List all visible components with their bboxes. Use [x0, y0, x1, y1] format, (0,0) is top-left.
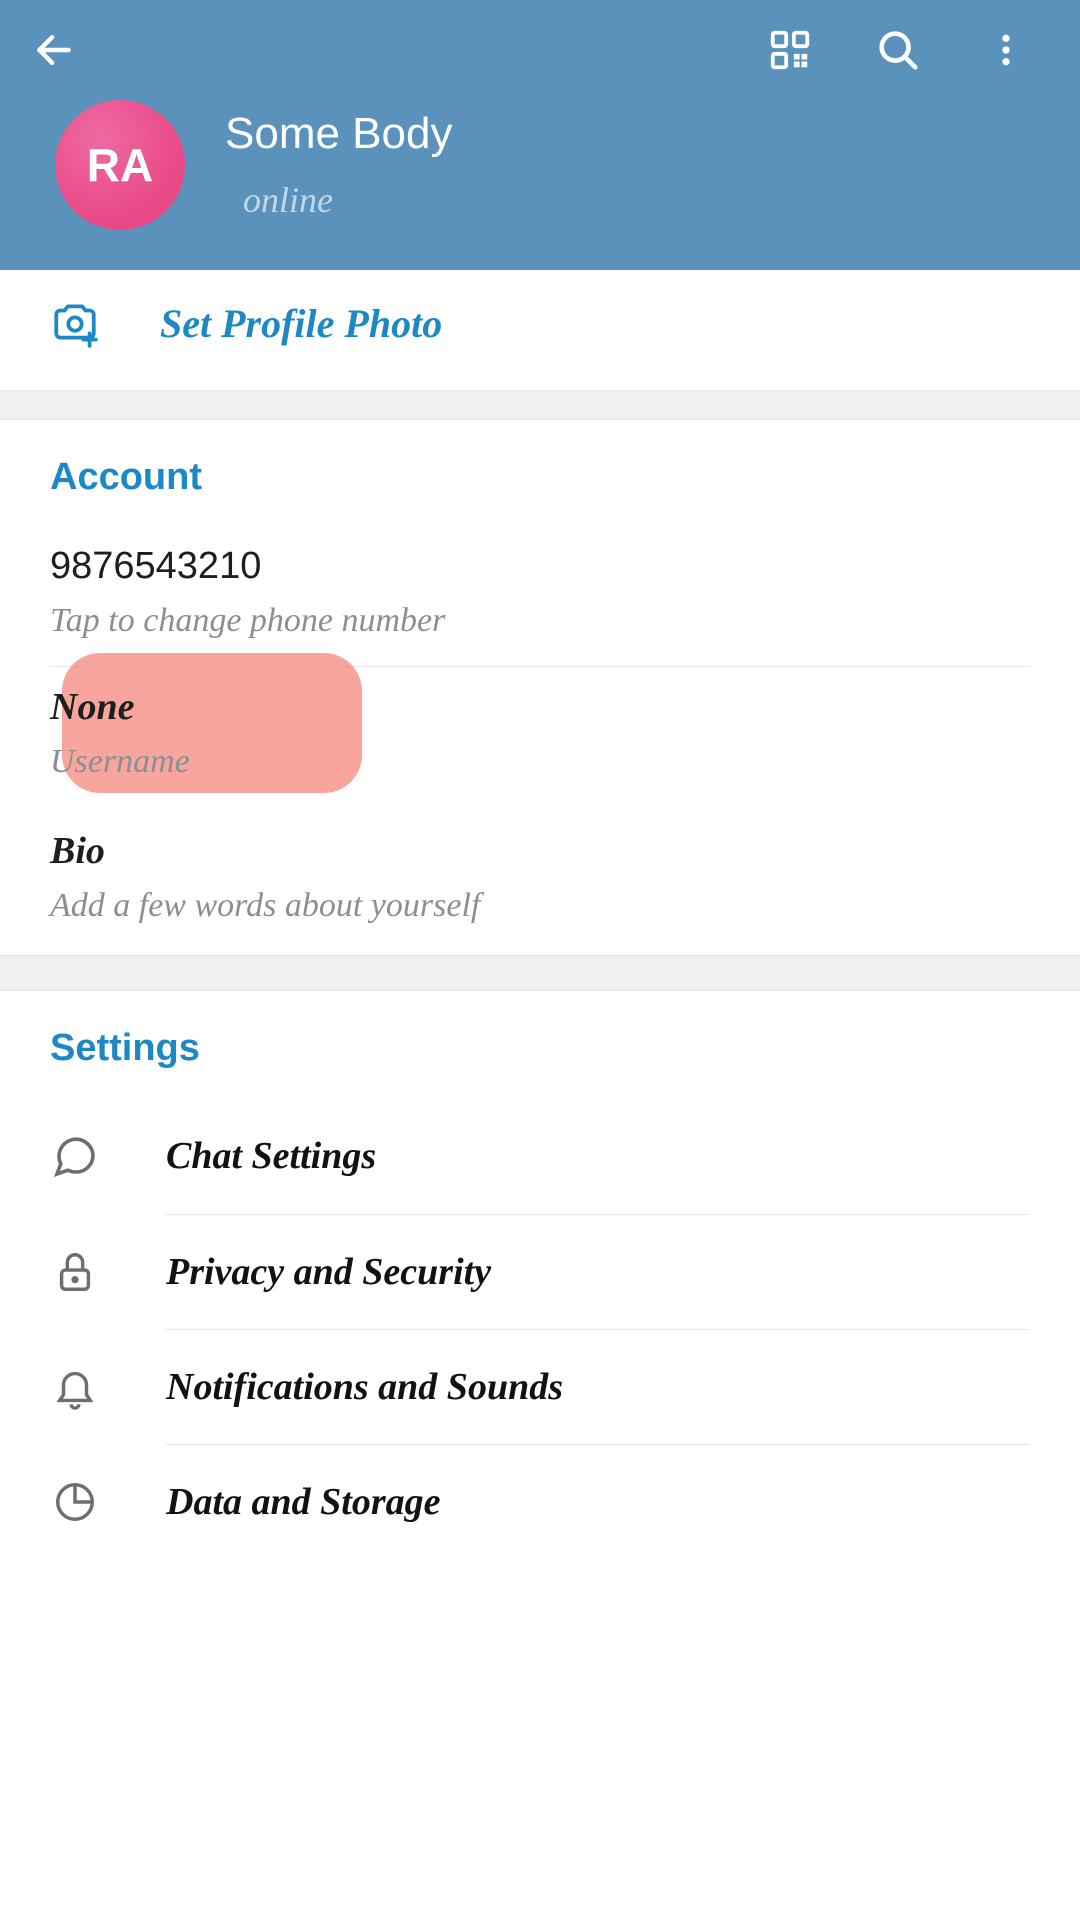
settings-label: Privacy and Security: [166, 1250, 491, 1294]
lock-icon: [52, 1249, 98, 1295]
settings-label: Notifications and Sounds: [166, 1365, 563, 1409]
phone-cell[interactable]: 9876543210 Tap to change phone number: [50, 527, 1030, 667]
avatar[interactable]: RA: [55, 100, 185, 230]
section-gap: [0, 390, 1080, 420]
camera-plus-icon: [50, 298, 100, 348]
arrow-left-icon: [32, 28, 76, 72]
settings-row-privacy[interactable]: Privacy and Security: [50, 1215, 1030, 1329]
phone-hint: Tap to change phone number: [50, 602, 1030, 640]
qr-button[interactable]: [766, 26, 814, 74]
profile-name: Some Body: [225, 109, 452, 159]
settings-label: Chat Settings: [166, 1134, 376, 1178]
settings-row-chat[interactable]: Chat Settings: [50, 1098, 1030, 1214]
username-hint: Username: [50, 743, 1030, 781]
back-button[interactable]: [30, 26, 78, 74]
bio-hint: Add a few words about yourself: [50, 887, 1030, 925]
settings-row-data[interactable]: Data and Storage: [50, 1445, 1030, 1535]
more-button[interactable]: [982, 26, 1030, 74]
settings-row-notifications[interactable]: Notifications and Sounds: [50, 1330, 1030, 1444]
username-value: None: [50, 685, 1030, 729]
chat-icon: [51, 1132, 99, 1180]
qr-icon: [767, 27, 813, 73]
username-cell[interactable]: None Username: [50, 667, 1030, 811]
bell-icon: [52, 1364, 98, 1410]
more-vertical-icon: [986, 30, 1026, 70]
section-gap: [0, 955, 1080, 991]
settings-label: Data and Storage: [166, 1480, 440, 1524]
profile-header: RA Some Body online: [0, 0, 1080, 270]
profile-status: online: [243, 179, 452, 221]
toolbar: [0, 0, 1080, 100]
profile-summary: RA Some Body online: [0, 100, 1080, 230]
settings-section: Settings Chat Settings Privacy and Secur…: [0, 991, 1080, 1535]
bio-cell[interactable]: Bio Add a few words about yourself: [50, 811, 1030, 955]
search-icon: [875, 27, 921, 73]
bio-value: Bio: [50, 829, 1030, 873]
phone-value: 9876543210: [50, 545, 1030, 588]
pie-icon: [52, 1479, 98, 1525]
avatar-initials: RA: [87, 138, 153, 192]
settings-title: Settings: [50, 1027, 1030, 1070]
search-button[interactable]: [874, 26, 922, 74]
account-title: Account: [50, 456, 1030, 499]
set-profile-photo-row[interactable]: Set Profile Photo: [0, 270, 1080, 390]
account-section: Account 9876543210 Tap to change phone n…: [0, 420, 1080, 955]
set-profile-photo-label: Set Profile Photo: [160, 300, 442, 347]
